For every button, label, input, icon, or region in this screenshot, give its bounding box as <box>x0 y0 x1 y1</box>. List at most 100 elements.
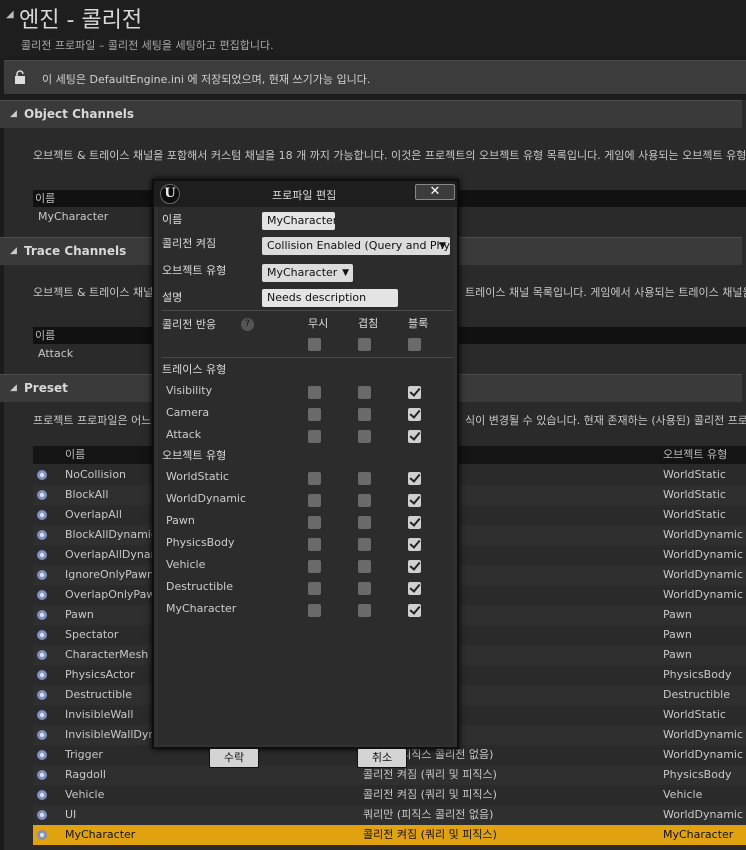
accept-button[interactable]: 수락 <box>209 748 259 768</box>
collision-enabled-label: 콜리전 켜짐 <box>162 237 217 250</box>
col-object-type: 오브젝트 유형 <box>663 448 728 461</box>
block-checkbox[interactable] <box>408 560 421 573</box>
profile-icon <box>37 710 47 720</box>
ignore-checkbox[interactable] <box>308 516 321 529</box>
block-checkbox[interactable] <box>408 582 421 595</box>
block-all-checkbox[interactable] <box>408 338 421 351</box>
profile-icon <box>37 790 47 800</box>
ignore-all-checkbox[interactable] <box>308 338 321 351</box>
preset-collision: 콜리전 켜짐 (쿼리 및 피직스) <box>363 768 497 781</box>
section-title: Object Channels <box>24 107 134 121</box>
preset-object-type: Vehicle <box>663 788 703 801</box>
collision-response-label: 콜리전 반응 <box>162 318 217 331</box>
col-block: 블록 <box>408 317 429 330</box>
response-row-label: MyCharacter <box>166 602 237 615</box>
trace-channels-desc-left: 오브젝트 & 트레이스 채널 <box>33 286 154 299</box>
block-checkbox[interactable] <box>408 472 421 485</box>
preset-row[interactable]: Vehicle 콜리전 켜짐 (쿼리 및 피직스) Vehicle <box>33 785 746 805</box>
ignore-checkbox[interactable] <box>308 386 321 399</box>
ignore-checkbox[interactable] <box>308 560 321 573</box>
preset-object-type: WorldDynamic <box>663 808 744 821</box>
preset-row[interactable]: MyCharacter 콜리전 켜짐 (쿼리 및 피직스) MyCharacter <box>33 825 746 845</box>
block-checkbox[interactable] <box>408 494 421 507</box>
preset-desc-right: 식이 변경될 수 있습니다. 현재 존재하는 (사용된) 콜리전 프로파 <box>465 414 746 427</box>
overlap-checkbox[interactable] <box>358 494 371 507</box>
dialog-titlebar[interactable]: U 프로파일 편집 ✕ <box>154 181 457 207</box>
block-checkbox[interactable] <box>408 408 421 421</box>
lock-icon <box>15 70 25 84</box>
ignore-checkbox[interactable] <box>308 430 321 443</box>
block-checkbox[interactable] <box>408 538 421 551</box>
profile-icon <box>37 490 47 500</box>
response-row-label: Visibility <box>166 384 213 397</box>
preset-object-type: WorldStatic <box>663 488 726 501</box>
overlap-all-checkbox[interactable] <box>358 338 371 351</box>
profile-icon <box>37 630 47 640</box>
preset-name: IgnoreOnlyPawn <box>65 568 155 581</box>
preset-object-type: PhysicsBody <box>663 668 732 681</box>
block-checkbox[interactable] <box>408 604 421 617</box>
trace-channels-desc-right: 트레이스 채널 목록입니다. 게임에서 사용되는 트레이스 채널을 <box>465 286 746 299</box>
object-channels-desc: 오브젝트 & 트레이스 채널을 포함해서 커스텀 채널을 18 개 까지 가능합… <box>33 149 746 162</box>
preset-object-type: WorldDynamic <box>663 728 744 741</box>
cancel-button[interactable]: 취소 <box>357 748 407 768</box>
profile-icon <box>37 530 47 540</box>
preset-object-type: WorldDynamic <box>663 528 744 541</box>
description-field[interactable]: Needs description <box>262 289 398 307</box>
overlap-checkbox[interactable] <box>358 538 371 551</box>
config-notice: 이 세팅은 DefaultEngine.ini 에 저장되었으며, 현재 쓰기가… <box>4 60 746 94</box>
response-row-label: Pawn <box>166 514 195 527</box>
page-title: 엔진 - 콜리전 <box>19 8 143 33</box>
block-checkbox[interactable] <box>408 386 421 399</box>
overlap-checkbox[interactable] <box>358 430 371 443</box>
response-row-label: PhysicsBody <box>166 536 235 549</box>
response-row-label: Camera <box>166 406 210 419</box>
object-type-value: MyCharacter <box>267 266 338 279</box>
preset-object-type: PhysicsBody <box>663 768 732 781</box>
collision-enabled-dropdown[interactable]: Collision Enabled (Query and Phy ▼ <box>262 237 450 255</box>
overlap-checkbox[interactable] <box>358 408 371 421</box>
preset-name: NoCollision <box>65 468 127 481</box>
trace-type-header: 트레이스 유형 <box>162 363 227 376</box>
preset-object-type: WorldDynamic <box>663 748 744 761</box>
object-channels-header[interactable]: ◢ Object Channels <box>0 100 742 128</box>
profile-icon <box>37 810 47 820</box>
response-row-label: Attack <box>166 428 202 441</box>
preset-name: Ragdoll <box>65 768 106 781</box>
expand-arrow-icon: ◢ <box>10 383 17 393</box>
collapse-arrow-icon[interactable]: ◢ <box>6 9 14 20</box>
preset-name: Spectator <box>65 628 119 641</box>
help-icon[interactable]: ? <box>241 318 254 331</box>
profile-icon <box>37 670 47 680</box>
close-button[interactable]: ✕ <box>415 184 455 200</box>
overlap-checkbox[interactable] <box>358 386 371 399</box>
overlap-checkbox[interactable] <box>358 604 371 617</box>
preset-row[interactable]: Ragdoll 콜리전 켜짐 (쿼리 및 피직스) PhysicsBody <box>33 765 746 785</box>
dropdown-arrow-icon: ▼ <box>342 268 349 278</box>
ignore-checkbox[interactable] <box>308 604 321 617</box>
object-type-dropdown[interactable]: MyCharacter ▼ <box>262 264 353 282</box>
ignore-checkbox[interactable] <box>308 538 321 551</box>
block-checkbox[interactable] <box>408 516 421 529</box>
overlap-checkbox[interactable] <box>358 582 371 595</box>
preset-name: InvisibleWallDyna <box>65 728 163 741</box>
ignore-checkbox[interactable] <box>308 494 321 507</box>
overlap-checkbox[interactable] <box>358 516 371 529</box>
preset-object-type: WorldDynamic <box>663 568 744 581</box>
preset-collision: 쿼리만 (피직스 콜리전 없음) <box>363 808 494 821</box>
description-label: 설명 <box>162 291 183 304</box>
overlap-checkbox[interactable] <box>358 560 371 573</box>
ignore-checkbox[interactable] <box>308 408 321 421</box>
preset-row[interactable]: UI 쿼리만 (피직스 콜리전 없음) WorldDynamic <box>33 805 746 825</box>
overlap-checkbox[interactable] <box>358 472 371 485</box>
preset-object-type: WorldStatic <box>663 468 726 481</box>
ignore-checkbox[interactable] <box>308 582 321 595</box>
dialog-title: 프로파일 편집 <box>272 189 337 202</box>
object-type-header: 오브젝트 유형 <box>162 449 227 462</box>
preset-collision: 콜리전 켜짐 (쿼리 및 피직스) <box>363 828 497 841</box>
ignore-checkbox[interactable] <box>308 472 321 485</box>
block-checkbox[interactable] <box>408 430 421 443</box>
name-field[interactable]: MyCharacter <box>262 212 335 230</box>
expand-arrow-icon: ◢ <box>10 109 17 119</box>
profile-icon <box>37 770 47 780</box>
